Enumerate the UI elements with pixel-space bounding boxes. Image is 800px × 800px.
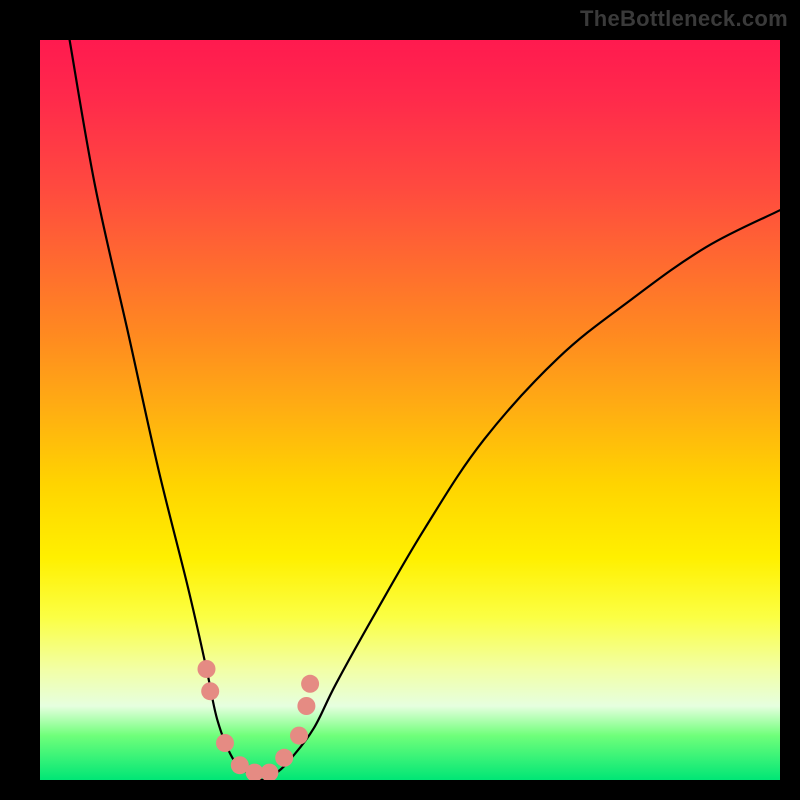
curve-marker (201, 682, 219, 700)
chart-frame: TheBottleneck.com (0, 0, 800, 800)
curve-marker (275, 749, 293, 767)
curve-marker (290, 727, 308, 745)
curve-marker (297, 697, 315, 715)
bottleneck-curve (70, 40, 780, 780)
curve-marker (301, 675, 319, 693)
curve-marker (216, 734, 234, 752)
watermark-text: TheBottleneck.com (580, 6, 788, 32)
plot-area (40, 40, 780, 780)
curve-markers (198, 660, 320, 780)
curve-marker (198, 660, 216, 678)
curve-marker (260, 764, 278, 780)
curve-layer (40, 40, 780, 780)
